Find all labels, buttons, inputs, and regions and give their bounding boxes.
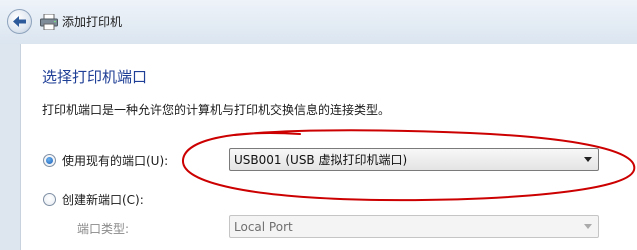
radio-selected-dot [46,157,53,164]
new-port-radio[interactable] [43,193,56,206]
title-bar: 添加打印机 [0,0,637,44]
new-port-label[interactable]: 创建新端口(C): [62,191,144,208]
dropdown-arrow-icon [584,157,592,162]
page-heading: 选择打印机端口 [42,68,148,86]
existing-port-dropdown[interactable]: USB001 (USB 虚拟打印机端口) [229,148,599,171]
existing-port-radio[interactable] [43,154,56,167]
back-button[interactable] [7,9,32,34]
back-arrow-icon [13,16,26,27]
page-description: 打印机端口是一种允许您的计算机与打印机交换信息的连接类型。 [42,103,391,117]
window-title: 添加打印机 [62,15,123,29]
port-type-value: Local Port [234,219,293,234]
existing-port-label[interactable]: 使用现有的端口(U): [62,152,168,169]
printer-icon [40,14,58,30]
port-type-dropdown[interactable]: Local Port [229,215,599,238]
dropdown-arrow-icon [584,224,592,229]
port-type-label: 端口类型: [77,222,130,236]
existing-port-value: USB001 (USB 虚拟打印机端口) [234,153,408,167]
wizard-content: 选择打印机端口 打印机端口是一种允许您的计算机与打印机交换信息的连接类型。 使用… [20,44,637,250]
